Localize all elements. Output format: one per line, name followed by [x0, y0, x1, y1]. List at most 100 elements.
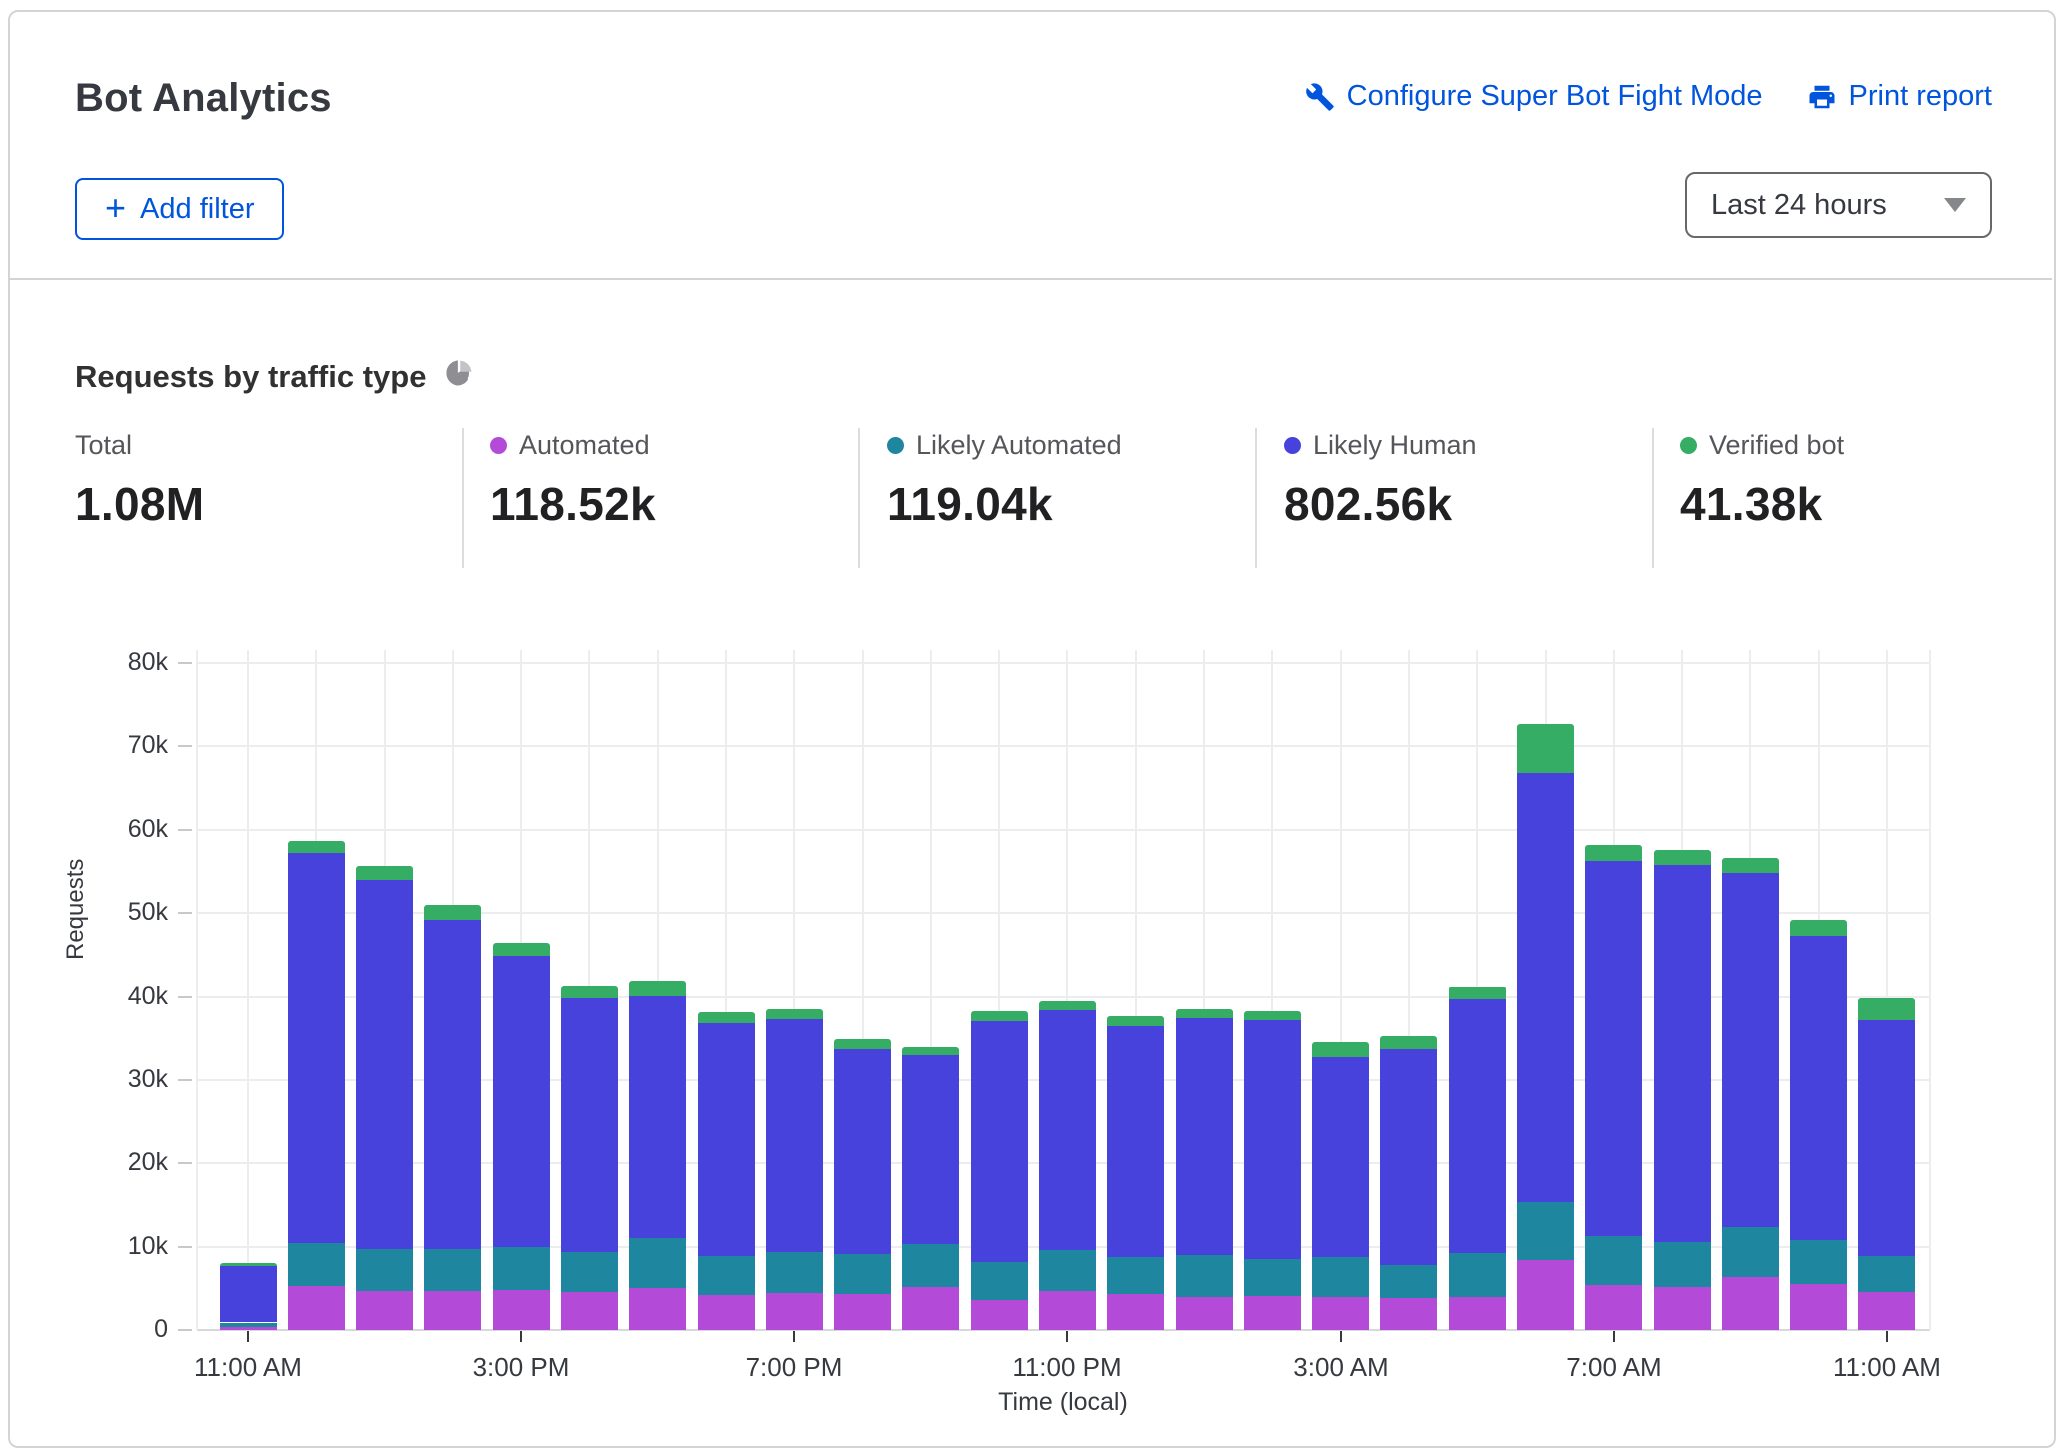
bar-seg-likely-automated[interactable] — [1244, 1259, 1301, 1296]
bar-seg-verified-bot[interactable] — [356, 866, 413, 879]
bar-seg-likely-human[interactable] — [220, 1266, 277, 1323]
bar-seg-likely-human[interactable] — [1312, 1057, 1369, 1256]
add-filter-button[interactable]: + Add filter — [75, 178, 284, 240]
bar-seg-likely-human[interactable] — [1176, 1018, 1233, 1255]
bar-seg-likely-automated[interactable] — [698, 1256, 755, 1295]
bar-seg-likely-human[interactable] — [698, 1023, 755, 1256]
bar-4-00-am[interactable] — [1380, 1036, 1437, 1330]
bar-seg-likely-automated[interactable] — [766, 1252, 823, 1293]
bar-seg-likely-automated[interactable] — [1858, 1256, 1915, 1292]
bar-seg-automated[interactable] — [1039, 1291, 1096, 1330]
bar-seg-verified-bot[interactable] — [1654, 850, 1711, 865]
bar-seg-automated[interactable] — [288, 1286, 345, 1330]
bar-seg-automated[interactable] — [698, 1295, 755, 1330]
configure-super-bot-fight-mode-link[interactable]: Configure Super Bot Fight Mode — [1305, 80, 1763, 113]
bar-seg-verified-bot[interactable] — [288, 841, 345, 853]
bar-seg-verified-bot[interactable] — [902, 1047, 959, 1055]
bar-10-00-am[interactable] — [1790, 920, 1847, 1330]
bar-seg-automated[interactable] — [424, 1291, 481, 1330]
bar-2-00-am[interactable] — [1244, 1011, 1301, 1330]
bar-seg-likely-automated[interactable] — [1790, 1240, 1847, 1284]
bar-seg-likely-automated[interactable] — [1380, 1265, 1437, 1298]
bar-seg-automated[interactable] — [1654, 1287, 1711, 1330]
bar-10-00-pm[interactable] — [971, 1011, 1028, 1330]
bar-seg-verified-bot[interactable] — [1585, 845, 1642, 861]
bar-seg-likely-automated[interactable] — [561, 1252, 618, 1292]
bar-12-00-pm[interactable] — [288, 841, 345, 1330]
bar-seg-likely-human[interactable] — [1790, 936, 1847, 1239]
bar-seg-likely-automated[interactable] — [1107, 1257, 1164, 1294]
bar-seg-verified-bot[interactable] — [493, 943, 550, 956]
time-range-select[interactable]: Last 24 hours — [1685, 172, 1992, 238]
bar-6-00-am[interactable] — [1517, 724, 1574, 1330]
bar-seg-likely-automated[interactable] — [1585, 1236, 1642, 1285]
bar-seg-verified-bot[interactable] — [629, 981, 686, 996]
bar-seg-likely-human[interactable] — [288, 853, 345, 1243]
bar-seg-verified-bot[interactable] — [1380, 1036, 1437, 1049]
bar-seg-likely-automated[interactable] — [1654, 1242, 1711, 1286]
bar-seg-automated[interactable] — [1312, 1297, 1369, 1330]
bar-seg-likely-automated[interactable] — [1722, 1227, 1779, 1276]
bar-1-00-am[interactable] — [1176, 1009, 1233, 1330]
bar-seg-likely-human[interactable] — [424, 920, 481, 1249]
bar-seg-likely-automated[interactable] — [356, 1249, 413, 1291]
bar-seg-likely-automated[interactable] — [288, 1243, 345, 1286]
bar-seg-verified-bot[interactable] — [1312, 1042, 1369, 1058]
bar-seg-likely-human[interactable] — [834, 1049, 891, 1254]
bar-1-00-pm[interactable] — [356, 866, 413, 1330]
bar-seg-likely-human[interactable] — [1654, 865, 1711, 1243]
bar-12-00-am[interactable] — [1107, 1016, 1164, 1330]
bar-seg-verified-bot[interactable] — [1244, 1011, 1301, 1020]
bar-seg-likely-human[interactable] — [356, 880, 413, 1249]
print-report-link[interactable]: Print report — [1807, 80, 1992, 113]
bar-seg-likely-human[interactable] — [902, 1055, 959, 1244]
bar-seg-likely-human[interactable] — [971, 1021, 1028, 1263]
bar-seg-automated[interactable] — [766, 1293, 823, 1330]
bar-seg-verified-bot[interactable] — [424, 905, 481, 920]
bar-seg-automated[interactable] — [1722, 1277, 1779, 1330]
bar-seg-likely-human[interactable] — [1244, 1020, 1301, 1259]
bar-seg-likely-automated[interactable] — [1449, 1253, 1506, 1297]
bar-7-00-am[interactable] — [1585, 845, 1642, 1330]
bar-seg-automated[interactable] — [971, 1300, 1028, 1330]
bar-seg-automated[interactable] — [1380, 1298, 1437, 1330]
bar-seg-verified-bot[interactable] — [1107, 1016, 1164, 1026]
bar-seg-verified-bot[interactable] — [1039, 1001, 1096, 1010]
bar-5-00-pm[interactable] — [629, 981, 686, 1330]
bar-seg-likely-human[interactable] — [1517, 773, 1574, 1202]
bar-8-00-pm[interactable] — [834, 1039, 891, 1330]
bar-8-00-am[interactable] — [1654, 850, 1711, 1330]
bar-seg-verified-bot[interactable] — [561, 986, 618, 999]
bar-3-00-am[interactable] — [1312, 1042, 1369, 1330]
bar-seg-automated[interactable] — [1107, 1294, 1164, 1330]
bar-6-00-pm[interactable] — [698, 1012, 755, 1330]
bar-seg-likely-human[interactable] — [766, 1019, 823, 1252]
bar-seg-automated[interactable] — [561, 1292, 618, 1330]
bar-seg-automated[interactable] — [629, 1288, 686, 1330]
bar-seg-likely-human[interactable] — [629, 996, 686, 1239]
bar-seg-likely-automated[interactable] — [902, 1244, 959, 1287]
bar-seg-verified-bot[interactable] — [971, 1011, 1028, 1021]
bar-seg-verified-bot[interactable] — [1858, 998, 1915, 1020]
bar-11-00-am[interactable] — [1858, 998, 1915, 1330]
bar-seg-verified-bot[interactable] — [1517, 724, 1574, 773]
bar-seg-verified-bot[interactable] — [1449, 987, 1506, 1000]
bar-seg-automated[interactable] — [902, 1287, 959, 1330]
bar-5-00-am[interactable] — [1449, 986, 1506, 1330]
bar-seg-likely-automated[interactable] — [220, 1323, 277, 1327]
bar-seg-likely-automated[interactable] — [834, 1254, 891, 1294]
bar-seg-automated[interactable] — [1790, 1284, 1847, 1330]
bar-2-00-pm[interactable] — [424, 905, 481, 1330]
bar-seg-automated[interactable] — [220, 1327, 277, 1330]
bar-seg-automated[interactable] — [1176, 1297, 1233, 1330]
bar-seg-likely-human[interactable] — [1722, 873, 1779, 1227]
bar-seg-likely-human[interactable] — [561, 998, 618, 1251]
bar-seg-automated[interactable] — [1449, 1297, 1506, 1330]
bar-seg-verified-bot[interactable] — [1722, 858, 1779, 873]
bar-seg-automated[interactable] — [493, 1290, 550, 1330]
bar-seg-automated[interactable] — [834, 1294, 891, 1330]
bar-seg-likely-automated[interactable] — [1312, 1257, 1369, 1298]
bar-seg-automated[interactable] — [1858, 1292, 1915, 1330]
bar-seg-likely-human[interactable] — [493, 956, 550, 1246]
bar-seg-automated[interactable] — [1244, 1296, 1301, 1330]
